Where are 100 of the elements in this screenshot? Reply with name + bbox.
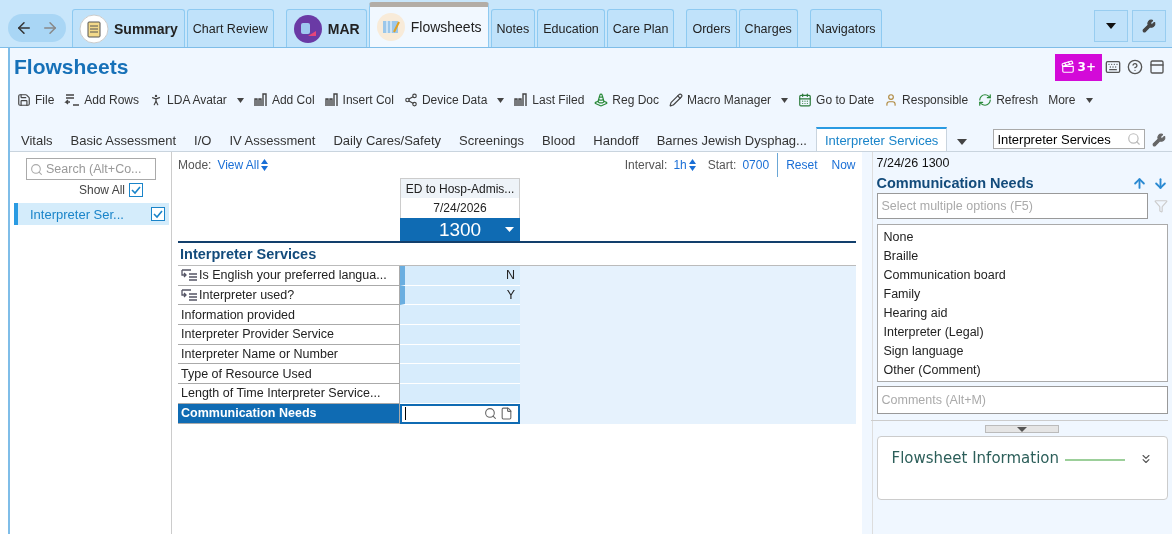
collapse-button[interactable] <box>985 425 1060 433</box>
wrench-button[interactable] <box>1132 9 1166 42</box>
medication-icon <box>292 13 323 44</box>
section-tab[interactable]: Blood <box>533 129 585 151</box>
option-item[interactable]: Family <box>883 284 1161 303</box>
row-label[interactable]: Communication Needs <box>178 403 401 424</box>
activity-tab[interactable]: Notes <box>490 9 536 47</box>
toolbar-button[interactable]: LDA Avatar <box>146 93 247 107</box>
toolbar-button[interactable]: Add Rows <box>61 93 143 107</box>
dropdown-button[interactable] <box>1094 9 1128 42</box>
user-icon <box>884 93 899 107</box>
value-cell[interactable] <box>400 325 521 345</box>
activity-tab[interactable]: Care Plan <box>606 9 675 47</box>
row-label[interactable]: Information provided <box>178 305 401 326</box>
search-icon <box>30 162 43 176</box>
now-link[interactable]: Now <box>831 158 856 172</box>
start-link[interactable]: 0700 <box>742 158 770 172</box>
value-cell[interactable] <box>400 364 521 385</box>
document-icon[interactable] <box>500 407 514 421</box>
caret-icon <box>505 227 515 232</box>
linked-row-icon <box>181 268 199 283</box>
toolbar-button[interactable]: Responsible <box>881 93 972 107</box>
option-item[interactable]: Communication board <box>883 265 1161 284</box>
activity-tab[interactable]: Summary <box>72 9 185 47</box>
row-label[interactable]: Interpreter used? <box>178 285 401 306</box>
caret-icon <box>1106 22 1116 29</box>
notification-badge[interactable]: 3+ <box>1054 53 1102 81</box>
info-title: Flowsheet Information <box>891 449 1059 467</box>
toolbar-button[interactable]: More <box>1045 93 1096 107</box>
value-cell[interactable] <box>400 344 521 365</box>
toolbar-button[interactable]: File <box>14 93 58 107</box>
toolbar-button[interactable]: Go to Date <box>795 93 878 107</box>
activity-tab[interactable]: Flowsheets <box>368 2 489 47</box>
search-icon <box>1127 132 1142 146</box>
section-tab[interactable]: Interpreter Services <box>815 127 948 151</box>
option-item[interactable]: Interpreter (Legal) <box>883 322 1161 341</box>
mode-link[interactable]: View All <box>217 158 269 172</box>
more-tabs-icon[interactable] <box>957 139 968 145</box>
time-header[interactable]: 1300 <box>400 218 521 241</box>
section-tab[interactable]: Basic Assessment <box>61 129 186 151</box>
option-item[interactable]: Braille <box>883 246 1161 265</box>
linked-row-icon <box>181 288 199 303</box>
checkbox[interactable] <box>151 207 166 221</box>
value-cell[interactable]: Y <box>400 285 521 306</box>
toolbar-button[interactable]: Device Data <box>400 93 508 107</box>
show-all-label: Show All <box>79 183 126 197</box>
toolbar-button[interactable]: Refresh <box>975 93 1042 107</box>
option-item[interactable]: Other (Comment) <box>883 360 1161 379</box>
help-icon <box>1127 59 1143 75</box>
activity-tab[interactable]: Chart Review <box>186 9 274 47</box>
row-label[interactable]: Type of Resource Used <box>178 364 401 385</box>
caret-icon <box>1085 97 1093 103</box>
section-search-field[interactable]: Interpreter Services <box>993 129 1146 149</box>
checkmark-icon <box>131 185 142 195</box>
detail-title: Communication Needs <box>876 175 1034 191</box>
row-label[interactable]: Is English your preferred langua... <box>178 266 401 286</box>
section-tab[interactable]: I/O <box>185 129 221 151</box>
encounter-header: ED to Hosp-Admis... <box>400 178 521 198</box>
row-label[interactable]: Interpreter Name or Number <box>178 344 401 365</box>
caret-icon <box>497 97 505 103</box>
expand-icon[interactable] <box>1139 452 1153 466</box>
section-tab[interactable]: IV Assessment <box>220 129 325 151</box>
toolbar-button[interactable]: Reg Doc <box>591 93 663 107</box>
activity-tab[interactable]: Orders <box>686 9 737 47</box>
refresh-icon <box>978 93 993 107</box>
columns-icon <box>514 93 529 107</box>
columns-icon <box>253 93 268 107</box>
activity-tab[interactable]: Navigators <box>809 9 882 47</box>
option-item[interactable]: Hearing aid <box>883 303 1161 322</box>
interval-link[interactable]: 1h <box>673 158 696 172</box>
reset-link[interactable]: Reset <box>786 158 818 172</box>
toolbar-button[interactable]: Last Filed <box>511 93 588 107</box>
toolbar-button[interactable]: Macro Manager <box>666 93 792 107</box>
search-icon[interactable] <box>484 407 498 421</box>
clapperboard-icon <box>1060 60 1075 74</box>
down-arrow-icon[interactable] <box>1153 175 1168 191</box>
row-label[interactable]: Interpreter Provider Service <box>178 325 401 345</box>
activity-tab[interactable]: Education <box>537 9 605 47</box>
option-item[interactable]: None <box>883 227 1161 246</box>
section-tab[interactable]: Barnes Jewish Dysphag... <box>647 129 816 151</box>
section-tab[interactable]: Handoff <box>584 129 648 151</box>
pencil-icon <box>669 93 684 107</box>
checkbox[interactable] <box>129 183 144 197</box>
section-tab[interactable]: Vitals <box>12 129 62 151</box>
section-tab[interactable]: Screenings <box>450 129 534 151</box>
activity-tab[interactable]: MAR <box>285 9 367 47</box>
toolbar-button[interactable]: Add Col <box>250 93 318 107</box>
toolbar-button[interactable]: Insert Col <box>321 93 397 107</box>
activity-tab[interactable]: Charges <box>738 9 798 47</box>
value-input-field[interactable] <box>400 403 521 424</box>
value-cell[interactable] <box>400 305 521 326</box>
option-item[interactable]: Sign language <box>883 341 1161 360</box>
wrench-icon <box>1152 133 1167 147</box>
value-cell[interactable]: N <box>400 266 521 286</box>
row-label[interactable]: Length of Time Interpreter Service... <box>178 384 401 404</box>
section-tab[interactable]: Daily Cares/Safety <box>324 129 451 151</box>
value-cell[interactable] <box>400 384 521 404</box>
spinner-icon <box>688 159 696 171</box>
window-icon <box>1149 59 1165 75</box>
page-title: Flowsheets <box>14 55 129 79</box>
